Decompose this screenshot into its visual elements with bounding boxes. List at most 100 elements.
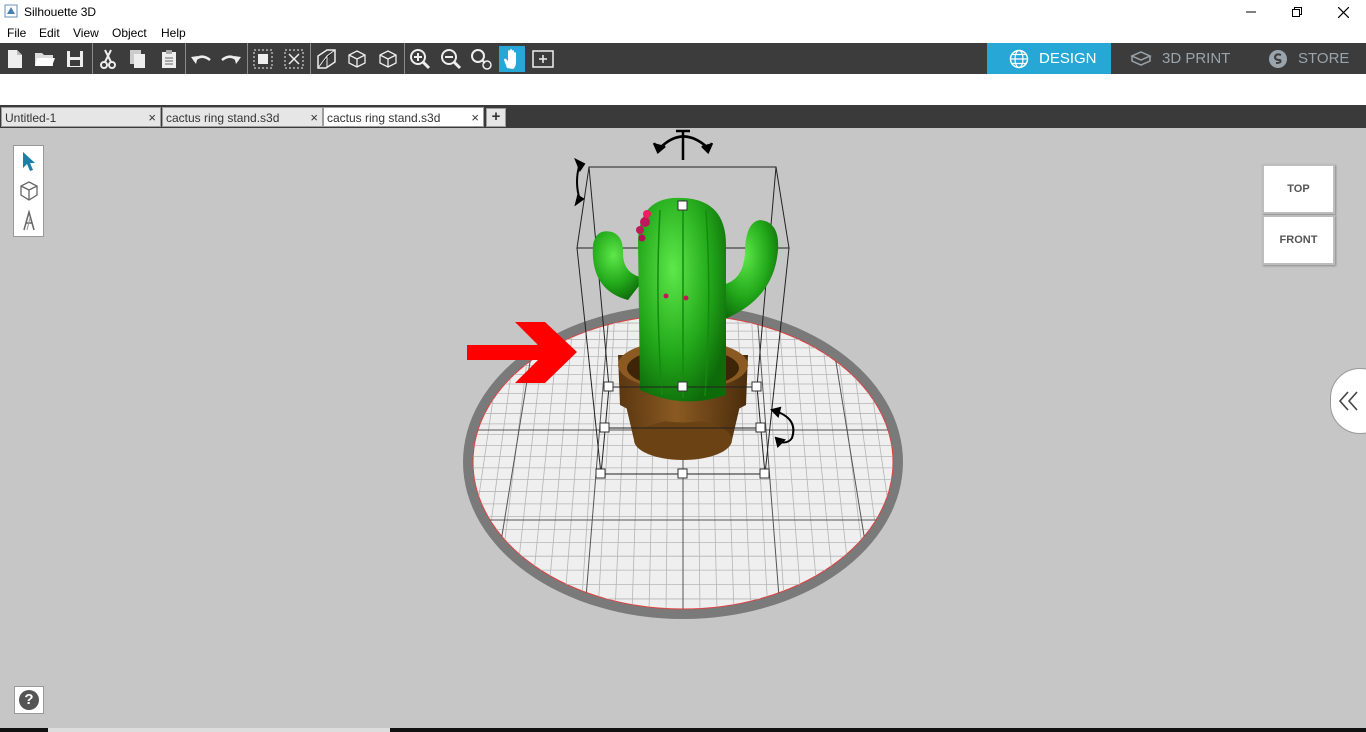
toolbar-separator (92, 43, 93, 74)
folder-icon (35, 53, 55, 66)
tab-3d-print[interactable]: 3D PRINT (1130, 43, 1250, 74)
grid-line (241, 300, 332, 612)
cube-alt-view-button[interactable] (375, 46, 401, 72)
pan-tool-button[interactable] (499, 46, 525, 72)
grid-line (275, 300, 359, 612)
store-logo-icon (1269, 49, 1287, 68)
ungroup-button[interactable] (281, 46, 307, 72)
close-window-button[interactable] (1320, 0, 1366, 24)
view-front-label: FRONT (1279, 234, 1318, 246)
property-strip (0, 74, 1366, 105)
ungroup-icon (284, 49, 304, 69)
restore-button[interactable] (1274, 0, 1320, 24)
menu-object[interactable]: Object (112, 26, 147, 40)
cut-button[interactable] (95, 46, 121, 72)
toolbar: DESIGN 3D PRINT STORE (0, 43, 1366, 74)
menu-view[interactable]: View (73, 26, 99, 40)
double-chevron-left-icon (1339, 391, 1358, 411)
tab-design[interactable]: DESIGN (987, 43, 1111, 74)
tab-design-label: DESIGN (1039, 50, 1097, 67)
undo-button[interactable] (188, 46, 214, 72)
menu-edit[interactable]: Edit (39, 26, 60, 40)
tab-3d-print-label: 3D PRINT (1162, 50, 1231, 67)
fit-frame-button[interactable] (530, 46, 556, 72)
text-tool-button[interactable] (16, 207, 42, 235)
close-tab-icon[interactable]: × (148, 110, 156, 125)
save-button[interactable] (62, 46, 88, 72)
doc-tab-label: cactus ring stand.s3d (166, 111, 280, 125)
document-tab-bar: Untitled-1 × cactus ring stand.s3d × cac… (0, 105, 1366, 128)
grid-line (1021, 300, 1109, 612)
grid-line (292, 300, 373, 612)
copy-icon (130, 50, 145, 68)
grid-line (899, 300, 955, 612)
grid-line (980, 300, 1057, 612)
select-tool-button[interactable] (16, 147, 42, 175)
toolbar-separator (247, 43, 248, 74)
help-button[interactable]: ? (14, 686, 44, 714)
shapes-tool-button[interactable] (16, 177, 42, 205)
grid-line (967, 300, 1041, 612)
grid-line (953, 300, 1023, 612)
perspective-view-button[interactable] (313, 46, 339, 72)
open-file-button[interactable] (32, 46, 58, 72)
toolbar-separator (310, 43, 311, 74)
app-logo-icon (4, 4, 18, 18)
paste-button[interactable] (156, 46, 182, 72)
grid-line (343, 300, 413, 612)
cube-icon (348, 50, 366, 68)
new-file-button[interactable] (2, 46, 28, 72)
tab-store-label: STORE (1298, 50, 1350, 67)
copy-button[interactable] (125, 46, 151, 72)
cube-view-button[interactable] (344, 46, 370, 72)
3d-viewport[interactable] (0, 128, 1366, 728)
grid-line (309, 300, 386, 612)
undo-icon (191, 55, 211, 64)
add-tab-button[interactable]: + (486, 108, 506, 127)
minimize-button[interactable] (1228, 0, 1274, 24)
group-icon (253, 49, 273, 69)
doc-tab-cactus-1[interactable]: cactus ring stand.s3d × (162, 107, 323, 127)
menu-file[interactable]: File (7, 26, 26, 40)
help-glyph: ? (24, 691, 34, 708)
doc-tab-label: Untitled-1 (5, 111, 57, 125)
menu-help[interactable]: Help (161, 26, 186, 40)
zoom-in-button[interactable] (407, 46, 433, 72)
close-icon (1337, 6, 1349, 18)
grid-line (411, 300, 467, 612)
doc-tab-cactus-2[interactable]: cactus ring stand.s3d × (323, 107, 484, 127)
hand-icon (504, 49, 516, 69)
rotate-side-handle[interactable] (574, 157, 586, 207)
3d-text-icon (23, 210, 35, 231)
zoom-out-button[interactable] (438, 46, 464, 72)
doc-tab-label: cactus ring stand.s3d (327, 111, 441, 125)
cube-outline-icon (379, 50, 397, 68)
redo-icon (221, 55, 241, 64)
pointer-arrow-icon (23, 152, 35, 171)
toolbar-separator (185, 43, 186, 74)
toolbar-separator (404, 43, 405, 74)
minimize-icon (1246, 11, 1256, 13)
view-front-button[interactable]: FRONT (1262, 215, 1335, 265)
zoom-fit-button[interactable] (468, 46, 494, 72)
group-button[interactable] (250, 46, 276, 72)
rotate-top-handle[interactable] (652, 129, 714, 160)
close-tab-icon[interactable]: × (310, 110, 318, 125)
new-file-icon (8, 50, 22, 68)
left-tool-panel (13, 145, 44, 237)
close-tab-icon[interactable]: × (471, 110, 479, 125)
redo-button[interactable] (218, 46, 244, 72)
tab-store[interactable]: STORE (1268, 43, 1366, 74)
zoom-in-icon (410, 49, 431, 70)
perspective-icon (317, 49, 336, 69)
grid-line (377, 300, 440, 612)
doc-tab-untitled[interactable]: Untitled-1 × (1, 107, 161, 127)
view-top-button[interactable]: TOP (1262, 164, 1335, 214)
grid-line (360, 300, 427, 612)
frame-plus-icon (532, 50, 554, 68)
grid-line (326, 300, 400, 612)
save-icon (67, 51, 83, 67)
grid-line (258, 300, 346, 612)
taskbar-edge (0, 728, 1366, 732)
view-top-label: TOP (1287, 183, 1310, 195)
